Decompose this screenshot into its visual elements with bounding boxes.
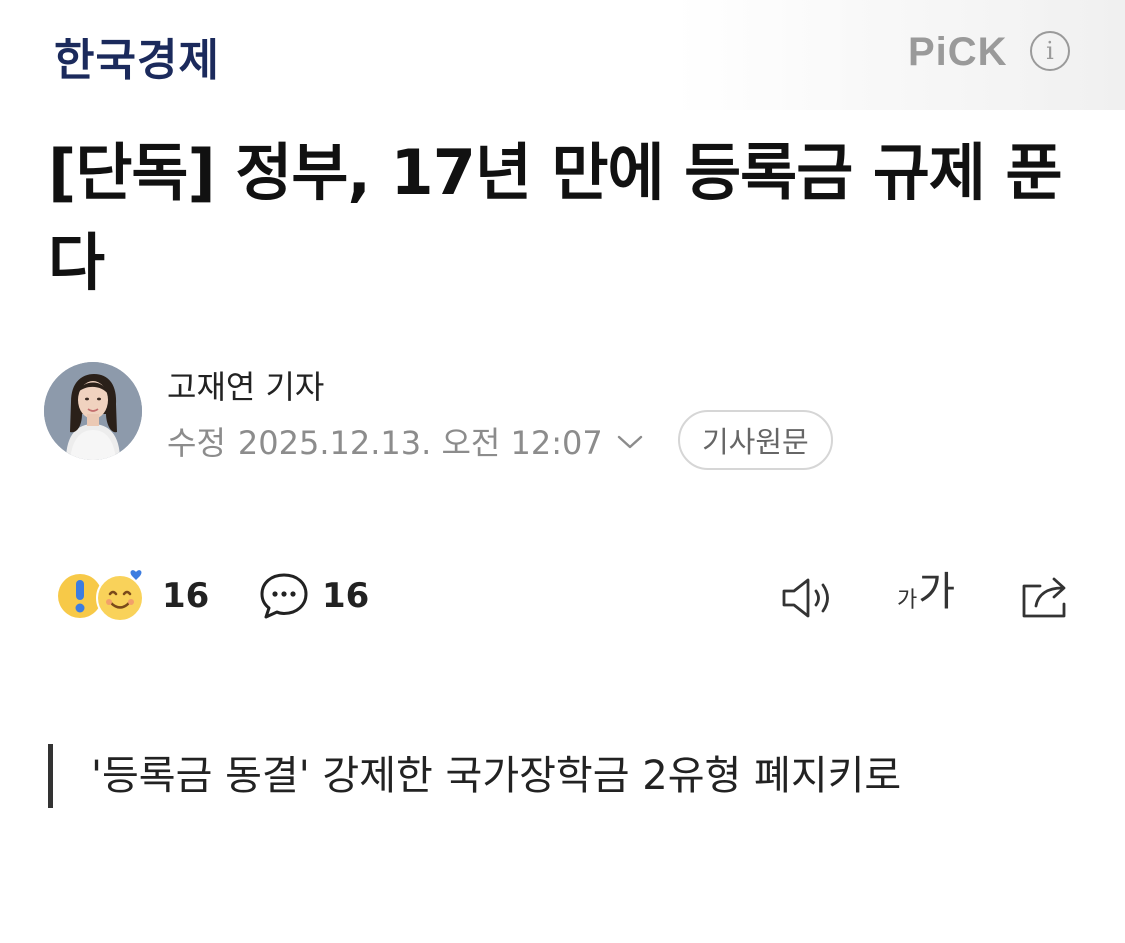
reaction-count: 16 [162,576,210,616]
font-size-small-glyph: 가 [897,588,918,613]
author-avatar[interactable] [44,362,142,460]
speaker-icon [782,578,829,618]
modified-label: 수정 [167,424,226,462]
summary-text: '등록금 동결' 강제한 국가장학금 2유형 폐지키로 [91,753,902,799]
author-name[interactable]: 고재연 기자 [167,362,324,408]
comment-button[interactable]: 16 [258,570,369,622]
article-summary: '등록금 동결' 강제한 국가장학금 2유형 폐지키로 [48,744,1048,808]
reaction-summary[interactable]: 16 [56,568,209,624]
share-icon [1022,577,1066,618]
pick-badge: PiCK [908,30,1008,74]
reaction-emoji-icon [58,570,144,622]
author-photo [44,362,142,460]
publisher-logo[interactable]: 한국경제 [54,24,220,88]
modified-timestamp[interactable]: 수정 2025.12.13. 오전 12:07 [167,418,645,464]
chevron-down-icon[interactable] [615,432,645,452]
text-to-speech-button[interactable] [780,574,840,626]
share-button[interactable] [1018,572,1074,626]
comment-count: 16 [322,576,370,616]
font-size-large-glyph: 가 [918,569,956,615]
article-header: 한국경제 PiCK i [0,0,1125,110]
font-size-button[interactable]: 가 가 [897,572,955,612]
info-circle-icon[interactable]: i [1030,31,1070,71]
original-article-button[interactable]: 기사원문 [678,410,833,470]
article-headline: [단독] 정부, 17년 만에 등록금 규제 푼다 [48,136,1063,299]
modified-date: 2025.12.13. 오전 12:07 [237,424,603,462]
comment-bubble-icon [260,573,308,619]
